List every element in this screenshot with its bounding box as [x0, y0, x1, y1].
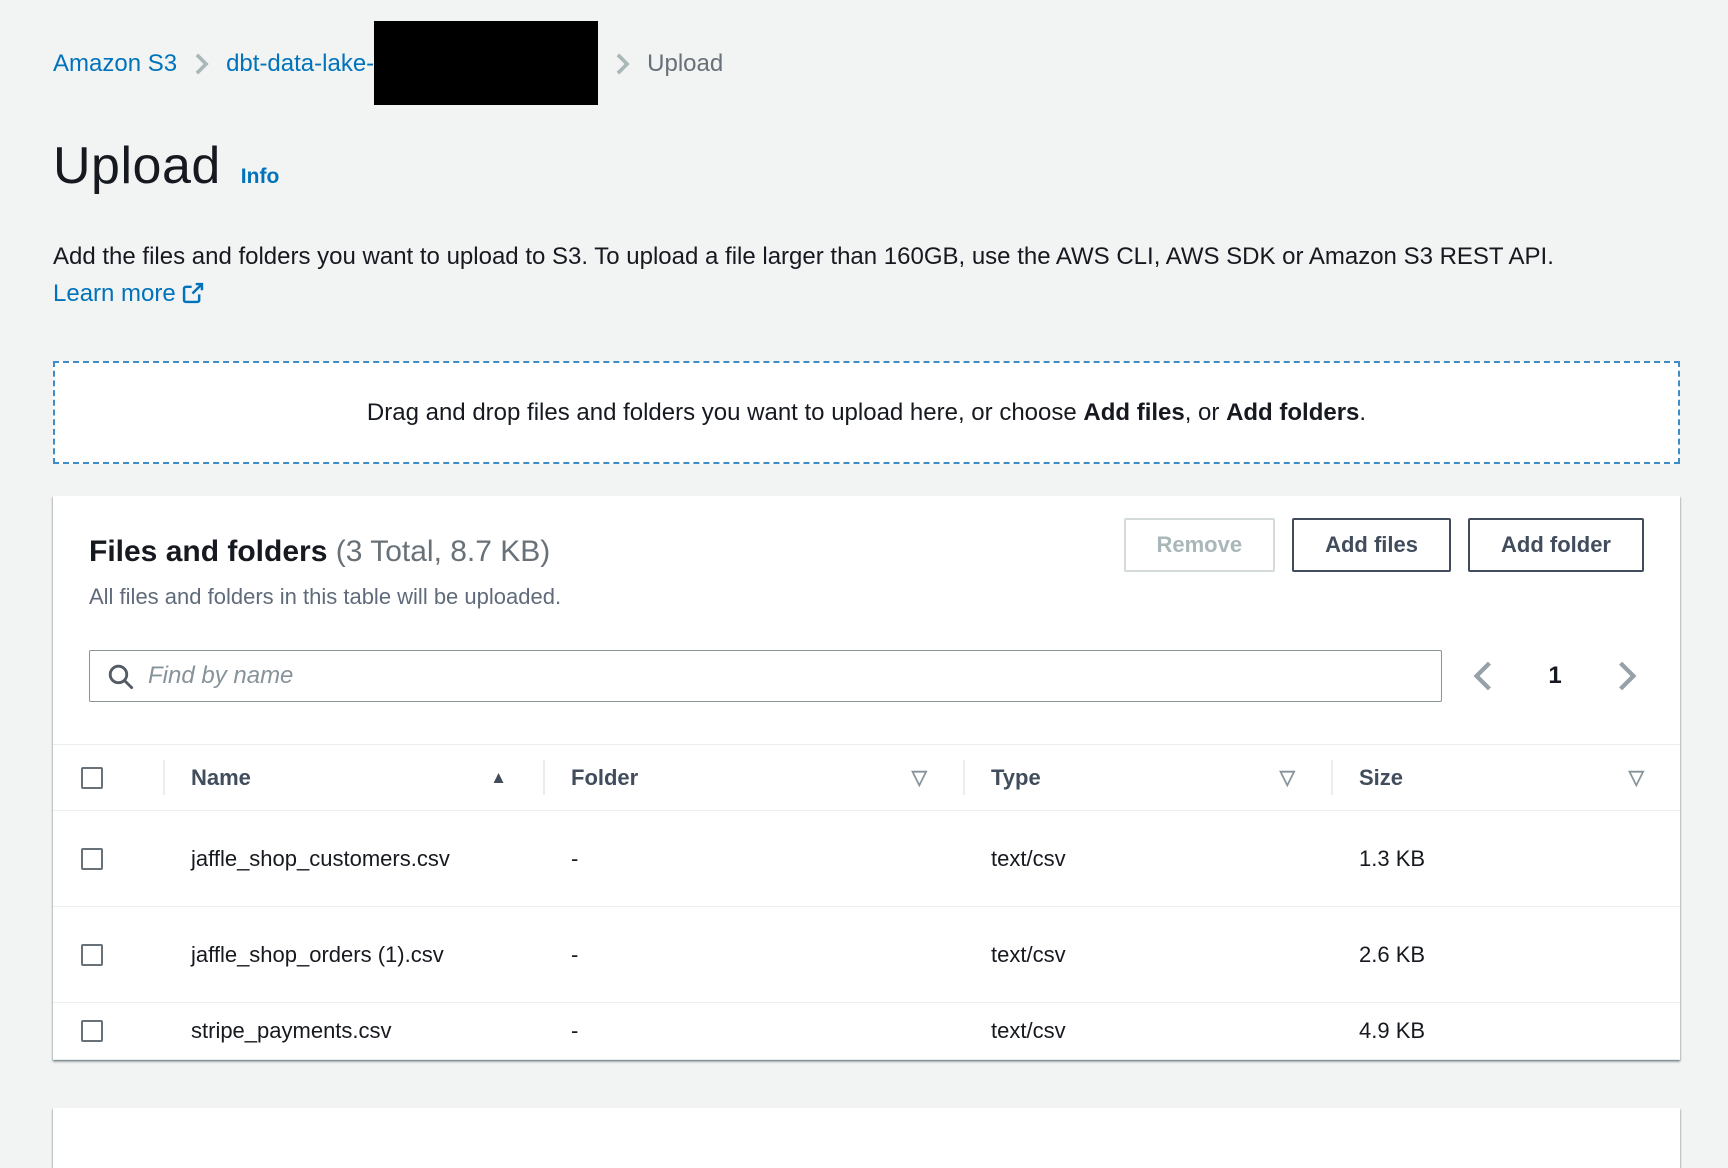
dropzone-add-files: Add files	[1083, 399, 1184, 426]
learn-more-label: Learn more	[53, 280, 176, 307]
column-header-type[interactable]: Type ▽	[963, 745, 1331, 811]
file-type: text/csv	[963, 811, 1331, 907]
add-files-button[interactable]: Add files	[1292, 518, 1451, 572]
pagination: 1	[1466, 657, 1644, 695]
file-name: jaffle_shop_customers.csv	[191, 841, 453, 877]
file-folder: -	[543, 1003, 963, 1060]
chevron-right-icon	[194, 53, 209, 75]
sort-caret-icon: ▽	[912, 765, 927, 790]
file-type: text/csv	[963, 1003, 1331, 1060]
chevron-right-icon	[615, 53, 630, 75]
search-box	[89, 650, 1442, 702]
panel-description: All files and folders in this table will…	[89, 584, 561, 610]
chevron-right-icon	[1614, 661, 1640, 691]
file-folder: -	[543, 811, 963, 907]
sort-caret-icon: ▽	[1280, 765, 1295, 790]
panel-actions: Remove Add files Add folder	[1124, 518, 1645, 572]
file-name: stripe_payments.csv	[191, 1013, 453, 1049]
column-header-name[interactable]: Name ▲	[163, 745, 543, 811]
file-size: 4.9 KB	[1331, 1003, 1680, 1060]
dropzone-mid: , or	[1185, 399, 1226, 426]
panel-header: Files and folders (3 Total, 8.7 KB) All …	[53, 496, 1680, 610]
page-content: Amazon S3 dbt-data-lake- Upload Upload I…	[0, 0, 1728, 1168]
file-name: jaffle_shop_orders (1).csv	[191, 937, 453, 973]
column-label-folder: Folder	[571, 765, 638, 791]
search-input[interactable]	[89, 650, 1442, 702]
external-link-icon	[182, 278, 204, 315]
column-label-type: Type	[991, 765, 1041, 791]
page-description-text: Add the files and folders you want to up…	[53, 243, 1554, 270]
learn-more-link[interactable]: Learn more	[53, 280, 204, 307]
dropzone-prefix: Drag and drop files and folders you want…	[367, 399, 1083, 426]
dropzone[interactable]: Drag and drop files and folders you want…	[53, 361, 1680, 464]
add-folder-button[interactable]: Add folder	[1468, 518, 1644, 572]
sort-caret-icon: ▽	[1629, 765, 1644, 790]
table-header-row: Name ▲ Folder ▽ Type ▽ Size ▽	[53, 745, 1680, 811]
column-header-size[interactable]: Size ▽	[1331, 745, 1680, 811]
next-page-button[interactable]	[1610, 657, 1644, 695]
breadcrumb-bucket[interactable]: dbt-data-lake-	[226, 50, 374, 77]
file-folder: -	[543, 907, 963, 1003]
table-row: jaffle_shop_customers.csv - text/csv 1.3…	[53, 811, 1680, 907]
file-size: 2.6 KB	[1331, 907, 1680, 1003]
select-all-checkbox[interactable]	[81, 767, 103, 789]
breadcrumb-bucket-group: dbt-data-lake-	[226, 50, 598, 78]
chevron-left-icon	[1470, 661, 1496, 691]
page-title: Upload	[53, 136, 221, 196]
breadcrumb-amazon-s3[interactable]: Amazon S3	[53, 50, 177, 78]
dropzone-add-folders: Add folders	[1226, 399, 1359, 426]
search-icon	[107, 663, 134, 695]
panel-heading-block: Files and folders (3 Total, 8.7 KB) All …	[89, 518, 561, 610]
table-toolbar: 1	[53, 610, 1680, 702]
row-checkbox[interactable]	[81, 848, 103, 870]
redaction-box	[374, 21, 598, 105]
table-row: stripe_payments.csv - text/csv 4.9 KB	[53, 1003, 1680, 1060]
file-size: 1.3 KB	[1331, 811, 1680, 907]
select-all-header	[53, 745, 163, 811]
panel-count: (3 Total, 8.7 KB)	[336, 535, 551, 568]
row-checkbox[interactable]	[81, 944, 103, 966]
panel-title: Files and folders	[89, 535, 327, 568]
remove-button[interactable]: Remove	[1124, 518, 1276, 572]
column-label-name: Name	[191, 765, 251, 791]
info-link[interactable]: Info	[241, 165, 279, 189]
row-checkbox[interactable]	[81, 1020, 103, 1042]
previous-page-button[interactable]	[1466, 657, 1500, 695]
dropzone-text: Drag and drop files and folders you want…	[367, 399, 1366, 427]
file-type: text/csv	[963, 907, 1331, 1003]
sort-ascending-icon: ▲	[490, 768, 507, 788]
current-page-number[interactable]: 1	[1548, 662, 1561, 690]
panel-heading: Files and folders (3 Total, 8.7 KB)	[89, 534, 561, 570]
files-table: Name▲ Folder▽ Type▽ Size▽ jaffle_s	[53, 744, 1680, 1060]
title-row: Upload Info	[53, 136, 1680, 196]
column-header-folder[interactable]: Folder ▽	[543, 745, 963, 811]
files-and-folders-panel: Files and folders (3 Total, 8.7 KB) All …	[53, 496, 1680, 1060]
table-row: jaffle_shop_orders (1).csv - text/csv 2.…	[53, 907, 1680, 1003]
column-label-size: Size	[1359, 765, 1403, 791]
breadcrumb: Amazon S3 dbt-data-lake- Upload	[53, 44, 1680, 84]
next-panel-edge	[53, 1108, 1680, 1168]
dropzone-suffix: .	[1359, 399, 1366, 426]
page-description: Add the files and folders you want to up…	[53, 238, 1618, 315]
breadcrumb-current: Upload	[647, 50, 723, 78]
